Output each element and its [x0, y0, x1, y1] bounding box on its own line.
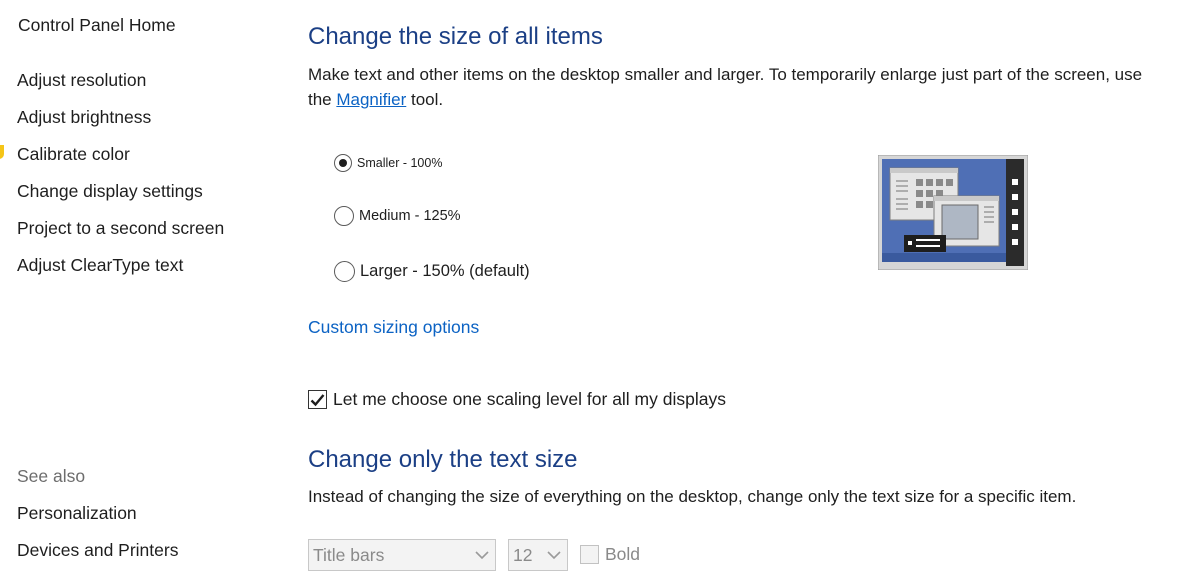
- radio-button-medium[interactable]: [334, 206, 354, 226]
- bold-checkbox-label: Bold: [605, 544, 641, 564]
- radio-option-smaller[interactable]: Smaller - 100%: [334, 154, 442, 172]
- scaling-level-checkbox-row[interactable]: Let me choose one scaling level for all …: [308, 389, 726, 410]
- radio-label-medium: Medium - 125%: [359, 208, 461, 224]
- radio-button-larger[interactable]: [334, 261, 355, 282]
- sidebar-item-adjust-resolution[interactable]: Adjust resolution: [17, 70, 146, 91]
- radio-option-larger[interactable]: Larger - 150% (default): [334, 261, 530, 282]
- see-also-heading: See also: [17, 466, 86, 486]
- sidebar-item-personalization[interactable]: Personalization: [17, 503, 137, 524]
- radio-label-larger: Larger - 150% (default): [360, 262, 530, 280]
- sidebar-item-calibrate-color[interactable]: Calibrate color: [17, 144, 130, 165]
- description-text-after: tool.: [406, 90, 444, 109]
- control-panel-home-link[interactable]: Control Panel Home: [18, 15, 176, 36]
- section-title-text-size: Change only the text size: [308, 446, 578, 473]
- scaling-preview-image: [878, 155, 1028, 270]
- sidebar: Control Panel Home Adjust resolution Adj…: [0, 0, 290, 572]
- sidebar-item-adjust-brightness[interactable]: Adjust brightness: [17, 107, 151, 128]
- magnifier-link[interactable]: Magnifier: [336, 90, 406, 109]
- radio-option-medium[interactable]: Medium - 125%: [334, 206, 461, 226]
- shield-icon: [0, 145, 4, 159]
- bold-checkbox-row[interactable]: Bold: [580, 544, 640, 565]
- text-item-select[interactable]: Title bars: [308, 539, 496, 571]
- text-size-select-value: 12: [513, 544, 533, 565]
- text-item-select-value: Title bars: [313, 544, 385, 565]
- sidebar-item-change-display-settings[interactable]: Change display settings: [17, 181, 203, 202]
- sidebar-item-adjust-cleartype[interactable]: Adjust ClearType text: [17, 255, 183, 276]
- radio-button-smaller[interactable]: [334, 154, 352, 172]
- section-title-size-all: Change the size of all items: [308, 23, 603, 50]
- sidebar-item-project-second-screen[interactable]: Project to a second screen: [17, 218, 224, 239]
- section-description-size-all: Make text and other items on the desktop…: [308, 62, 1168, 112]
- chevron-down-icon: [475, 550, 489, 559]
- text-size-select[interactable]: 12: [508, 539, 568, 571]
- scaling-level-checkbox[interactable]: [308, 390, 327, 409]
- chevron-down-icon: [547, 550, 561, 559]
- custom-sizing-options-link[interactable]: Custom sizing options: [308, 317, 479, 338]
- section-description-text-size: Instead of changing the size of everythi…: [308, 487, 1077, 506]
- bold-checkbox[interactable]: [580, 545, 599, 564]
- checkmark-icon: [310, 393, 325, 406]
- scaling-level-checkbox-label: Let me choose one scaling level for all …: [333, 389, 726, 409]
- radio-label-smaller: Smaller - 100%: [357, 156, 443, 170]
- sidebar-item-devices-printers[interactable]: Devices and Printers: [17, 540, 178, 561]
